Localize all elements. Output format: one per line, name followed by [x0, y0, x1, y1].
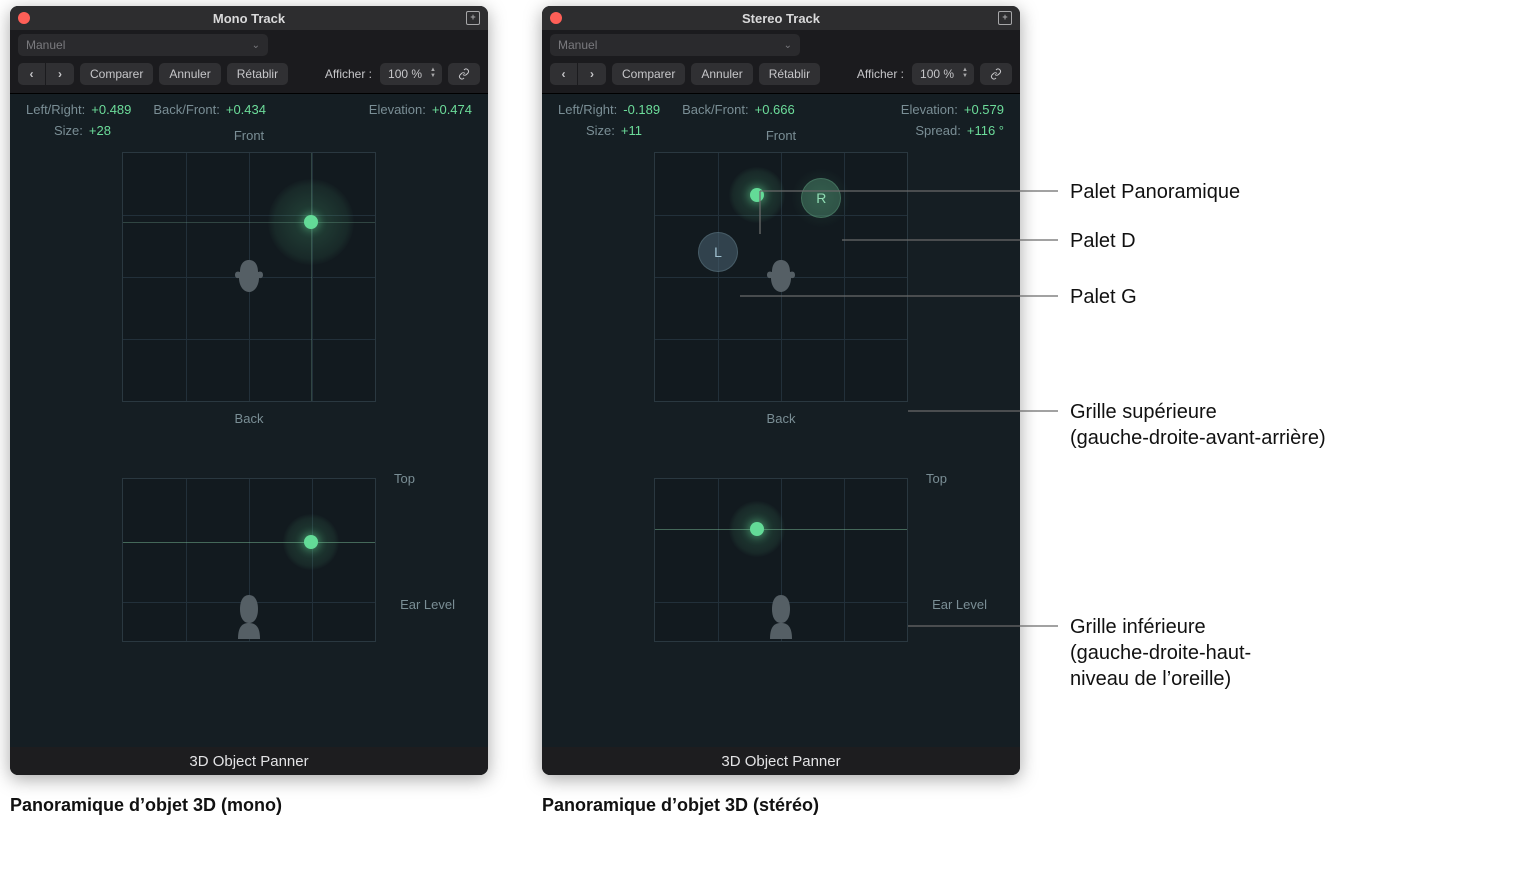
- nav-segment: ‹ ›: [18, 63, 74, 85]
- undo-button[interactable]: Annuler: [691, 63, 752, 85]
- listener-head-top-icon: [227, 258, 271, 296]
- compare-button[interactable]: Comparer: [80, 63, 153, 85]
- prev-button[interactable]: ‹: [550, 63, 578, 85]
- collapse-icon[interactable]: +: [998, 11, 1012, 25]
- undo-button[interactable]: Annuler: [159, 63, 220, 85]
- listener-head-top-icon: [759, 258, 803, 296]
- chevron-down-icon: ⌄: [252, 40, 260, 51]
- close-icon[interactable]: [550, 12, 562, 24]
- link-icon: [458, 67, 470, 81]
- readout-elevation[interactable]: Elevation:+0.474: [369, 102, 472, 117]
- readout-left-right[interactable]: Left/Right:-0.189: [558, 102, 660, 117]
- callout-bot-grid-2: (gauche-droite-haut-: [1070, 641, 1251, 666]
- preset-select[interactable]: Manuel ⌄: [550, 34, 800, 56]
- callout-pan-puck: Palet Panoramique: [1070, 180, 1240, 205]
- bot-pan-grid[interactable]: Top Ear Level: [122, 478, 376, 642]
- listener-head-back-icon: [234, 593, 264, 639]
- callout-right-puck: Palet D: [1070, 229, 1136, 254]
- compare-button[interactable]: Comparer: [612, 63, 685, 85]
- back-label: Back: [767, 411, 796, 426]
- zoom-value: 100 %: [920, 67, 954, 81]
- top-label: Top: [394, 471, 415, 486]
- next-button[interactable]: ›: [578, 63, 606, 85]
- pan-puck[interactable]: [304, 215, 318, 229]
- close-icon[interactable]: [18, 12, 30, 24]
- preset-name: Manuel: [558, 38, 597, 52]
- caption-mono: Panoramique d’objet 3D (mono): [10, 795, 488, 816]
- back-label: Back: [235, 411, 264, 426]
- preset-name: Manuel: [26, 38, 65, 52]
- titlebar: Stereo Track +: [542, 6, 1020, 30]
- nav-segment: ‹ ›: [550, 63, 606, 85]
- left-puck[interactable]: L: [698, 232, 738, 272]
- top-pan-grid[interactable]: [122, 152, 376, 402]
- zoom-value: 100 %: [388, 67, 422, 81]
- readout-size[interactable]: Size:+11: [586, 123, 642, 138]
- chevron-down-icon: ⌄: [784, 40, 792, 51]
- readout-size[interactable]: Size:+28: [54, 123, 111, 138]
- bot-pan-grid[interactable]: Top Ear Level: [654, 478, 908, 642]
- pan-area: Front L R Left Right Back: [542, 148, 1020, 747]
- readout-row-1: Left/Right:-0.189 Back/Front:+0.666 Elev…: [542, 94, 1020, 119]
- readout-spread[interactable]: Spread:+116 °: [915, 123, 1004, 138]
- zoom-select[interactable]: 100 % ▲▼: [912, 63, 974, 85]
- readout-elevation[interactable]: Elevation:+0.579: [901, 102, 1004, 117]
- window-title: Stereo Track: [542, 11, 1020, 26]
- next-button[interactable]: ›: [46, 63, 74, 85]
- redo-button[interactable]: Rétablir: [227, 63, 288, 85]
- top-grid-wrapper: Front Left Right Back: [10, 152, 488, 402]
- redo-button[interactable]: Rétablir: [759, 63, 820, 85]
- front-label: Front: [234, 128, 264, 143]
- elevation-puck[interactable]: [304, 535, 318, 549]
- prev-button[interactable]: ‹: [18, 63, 46, 85]
- zoom-select[interactable]: 100 % ▲▼: [380, 63, 442, 85]
- readout-back-front[interactable]: Back/Front:+0.666: [682, 102, 795, 117]
- panner-window-stereo: Stereo Track + Manuel ⌄ ‹ › Comparer Ann…: [542, 6, 1020, 775]
- toolbar: ‹ › Comparer Annuler Rétablir Afficher :…: [542, 60, 1020, 94]
- window-title: Mono Track: [10, 11, 488, 26]
- link-icon: [990, 67, 1002, 81]
- caption-stereo: Panoramique d’objet 3D (stéréo): [542, 795, 1020, 816]
- ear-level-label: Ear Level: [400, 597, 455, 612]
- callout-left-puck: Palet G: [1070, 285, 1137, 310]
- top-grid-wrapper: Front L R Left Right Back: [542, 152, 1020, 402]
- preset-row: Manuel ⌄: [10, 30, 488, 60]
- toolbar: ‹ › Comparer Annuler Rétablir Afficher :…: [10, 60, 488, 94]
- collapse-icon[interactable]: +: [466, 11, 480, 25]
- callout-top-grid-2: (gauche-droite-avant-arrière): [1070, 426, 1326, 451]
- callout-bot-grid-1: Grille inférieure: [1070, 615, 1206, 640]
- top-label: Top: [926, 471, 947, 486]
- callout-top-grid-1: Grille supérieure: [1070, 400, 1217, 425]
- stepper-icon: ▲▼: [962, 68, 968, 79]
- plugin-name-footer: 3D Object Panner: [542, 747, 1020, 775]
- pan-area: Front Left Right Back: [10, 148, 488, 747]
- stepper-icon: ▲▼: [430, 68, 436, 79]
- zoom-label: Afficher :: [325, 67, 372, 81]
- preset-row: Manuel ⌄: [542, 30, 1020, 60]
- readout-row-1: Left/Right:+0.489 Back/Front:+0.434 Elev…: [10, 94, 488, 119]
- listener-head-back-icon: [766, 593, 796, 639]
- ear-level-label: Ear Level: [932, 597, 987, 612]
- bot-grid-wrapper: Top Ear Level: [542, 478, 1020, 642]
- callout-bot-grid-3: niveau de l’oreille): [1070, 667, 1231, 692]
- plugin-name-footer: 3D Object Panner: [10, 747, 488, 775]
- link-button[interactable]: [980, 63, 1012, 85]
- link-button[interactable]: [448, 63, 480, 85]
- front-label: Front: [766, 128, 796, 143]
- pan-puck[interactable]: [750, 188, 764, 202]
- zoom-label: Afficher :: [857, 67, 904, 81]
- panner-window-mono: Mono Track + Manuel ⌄ ‹ › Comparer Annul…: [10, 6, 488, 775]
- readout-back-front[interactable]: Back/Front:+0.434: [153, 102, 266, 117]
- preset-select[interactable]: Manuel ⌄: [18, 34, 268, 56]
- titlebar: Mono Track +: [10, 6, 488, 30]
- top-pan-grid[interactable]: L R: [654, 152, 908, 402]
- callouts: Palet Panoramique Palet D Palet G Grille…: [1020, 6, 1520, 776]
- right-puck[interactable]: R: [801, 178, 841, 218]
- elevation-puck[interactable]: [750, 522, 764, 536]
- bot-grid-wrapper: Top Ear Level: [10, 478, 488, 642]
- readout-left-right[interactable]: Left/Right:+0.489: [26, 102, 131, 117]
